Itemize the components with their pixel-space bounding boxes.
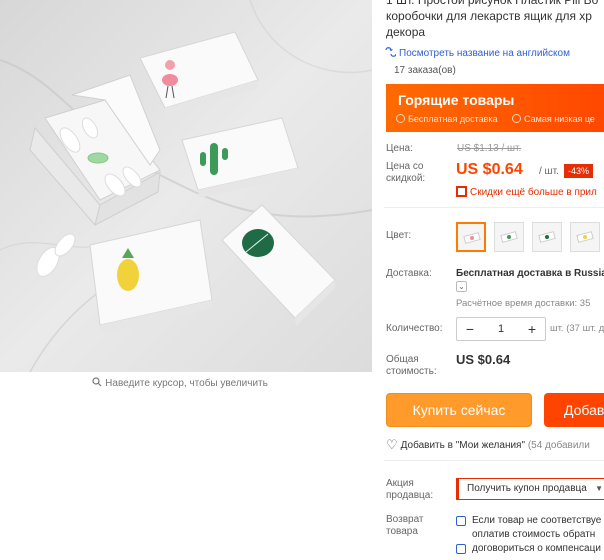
shipping-value: Бесплатная доставка в Russia xyxy=(456,268,604,279)
caret-down-icon: ▼ xyxy=(595,484,603,493)
quantity-label: Количество: xyxy=(386,323,443,334)
total-price: US $0.64 xyxy=(456,352,511,367)
return-label: Возврат товара xyxy=(386,514,424,537)
delivery-estimate: Расчётное время доставки: 35 xyxy=(456,298,591,309)
shipping-dropdown-icon[interactable]: ⌄ xyxy=(456,281,467,292)
seller-coupon-text: Получить купон продавца xyxy=(467,483,587,494)
return-policy-line: договориться о компенсаци xyxy=(472,543,601,554)
shipping-label: Доставка: xyxy=(386,268,432,279)
app-discount-text[interactable]: Скидки ещё больше в прил xyxy=(470,187,597,198)
quantity-decrease-button[interactable]: − xyxy=(459,318,481,340)
product-title-line: декора xyxy=(386,25,426,39)
quantity-input[interactable]: 1 xyxy=(483,318,519,340)
magnifier-icon xyxy=(92,377,102,390)
color-swatch-monstera[interactable] xyxy=(532,222,562,252)
zoom-hint-text: Наведите курсор, чтобы увеличить xyxy=(105,378,268,389)
flamingo-dot-icon xyxy=(470,236,474,240)
divider xyxy=(384,207,604,208)
per-unit: / шт. xyxy=(539,166,559,177)
wishlist-text[interactable]: Добавить в "Мои желания" xyxy=(401,440,525,451)
return-policy-line: Если товар не соответствуе xyxy=(472,515,602,526)
translate-icon xyxy=(384,46,397,58)
return-policy-text: Если товар не соответствуе оплатив стоим… xyxy=(472,514,601,556)
return-policy-icon xyxy=(456,516,466,526)
monstera-dot-icon xyxy=(545,235,549,239)
divider xyxy=(384,460,604,461)
product-info-panel: 1 Шт. Простой рисунок Пластик Pill Bo ко… xyxy=(384,0,604,560)
price-label: Цена: xyxy=(386,143,413,154)
free-shipping-tag: Бесплатная доставка xyxy=(408,114,498,124)
seller-coupon-select[interactable]: Получить купон продавца ▼ xyxy=(456,478,604,500)
lowest-price-tag: Самая низкая це xyxy=(524,114,595,124)
wishlist-count: (54 добавили xyxy=(527,440,590,451)
lowest-price-icon xyxy=(512,114,522,123)
return-policy-line: оплатив стоимость обратн xyxy=(472,529,596,540)
wishlist-link[interactable]: ♡ Добавить в "Мои желания" (54 добавили xyxy=(386,437,590,453)
quantity-increase-button[interactable]: + xyxy=(521,318,543,340)
hot-deals-banner: Горящие товары Бесплатная доставка Самая… xyxy=(386,84,604,132)
product-title-line: 1 Шт. Простой рисунок Пластик Pill Bo xyxy=(386,0,599,7)
app-discount-link[interactable]: Скидки ещё больше в прил xyxy=(456,186,597,198)
discount-price-label: Цена со скидкой: xyxy=(386,161,426,184)
free-shipping-icon xyxy=(396,114,405,123)
color-label: Цвет: xyxy=(386,230,412,241)
buy-now-button[interactable]: Купить сейчас xyxy=(386,393,532,427)
cactus-dot-icon xyxy=(507,235,511,239)
color-swatch-pineapple[interactable] xyxy=(570,222,600,252)
add-to-cart-button[interactable]: Добав xyxy=(544,393,604,427)
qr-code-icon xyxy=(456,186,467,197)
discount-badge: -43% xyxy=(564,164,594,178)
translate-title-link[interactable]: Посмотреть название на английском xyxy=(384,46,570,59)
zoom-hint: Наведите курсор, чтобы увеличить xyxy=(0,377,360,390)
translate-link-text[interactable]: Посмотреть название на английском xyxy=(399,48,570,59)
old-price: US $1.13 / шт. xyxy=(457,143,522,154)
product-image[interactable] xyxy=(0,0,372,372)
quantity-stock: шт. (37 шт. д xyxy=(550,323,604,334)
orders-count: 17 заказа(ов) xyxy=(394,65,456,76)
return-policy-icon xyxy=(456,544,466,554)
discounted-price: US $0.64 xyxy=(456,161,523,178)
heart-icon: ♡ xyxy=(386,437,398,452)
product-title: 1 Шт. Простой рисунок Пластик Pill Bo ко… xyxy=(386,0,604,40)
total-label: Общая стоимость: xyxy=(386,354,437,377)
hot-deals-title: Горящие товары xyxy=(398,92,515,108)
quantity-stepper: − 1 + xyxy=(456,317,546,341)
color-swatch-flamingo[interactable] xyxy=(456,222,486,252)
pineapple-dot-icon xyxy=(583,235,587,239)
color-swatch-cactus[interactable] xyxy=(494,222,524,252)
seller-promo-label: Акция продавца: xyxy=(386,478,434,501)
product-title-line: коробочки для лекарств ящик для хр xyxy=(386,9,592,23)
